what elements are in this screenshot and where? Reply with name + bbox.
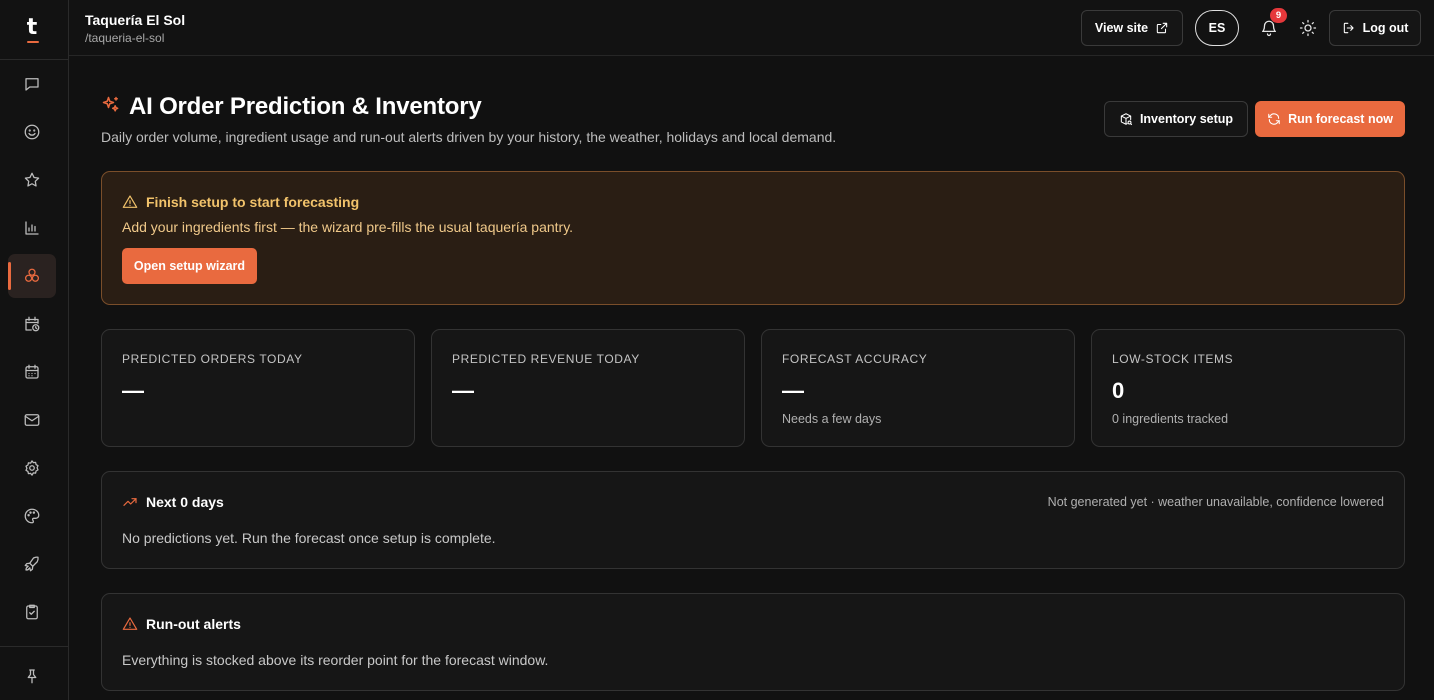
run-forecast-button[interactable]: Run forecast now: [1255, 101, 1405, 137]
notification-badge: 9: [1270, 8, 1287, 23]
rocket-icon: [24, 556, 39, 572]
forecast-status: Not generated yet · weather unavailable,…: [1047, 495, 1384, 509]
inventory-setup-label: Inventory setup: [1139, 112, 1234, 126]
logo[interactable]: t: [0, 0, 68, 60]
open-setup-wizard-button[interactable]: Open setup wizard: [122, 248, 257, 284]
calendar-clock-icon: [25, 316, 40, 332]
stat-label: FORECAST ACCURACY: [782, 352, 928, 366]
logout-button[interactable]: Log out: [1329, 10, 1421, 46]
runout-alerts-card: Run-out alerts Everything is stocked abo…: [101, 593, 1405, 691]
sidebar-item-mail[interactable]: [8, 398, 56, 442]
sidebar-item-checklist[interactable]: [8, 590, 56, 634]
logo-letter: t: [26, 14, 38, 40]
sun-icon: [1299, 19, 1317, 37]
stat-value: 0: [1112, 378, 1125, 403]
sidebar-divider: [0, 646, 68, 647]
stat-note: Needs a few days: [782, 412, 882, 426]
setup-alert-header: Finish setup to start forecasting: [122, 194, 359, 210]
forecast-empty-message: No predictions yet. Run the forecast onc…: [122, 530, 496, 546]
sidebar: t: [0, 0, 69, 700]
cubes-icon: [24, 268, 40, 282]
stat-label: PREDICTED ORDERS TODAY: [122, 352, 303, 366]
forecast-card-header: Next 0 days: [122, 494, 224, 510]
forecast-card: Next 0 days Not generated yet · weather …: [101, 471, 1405, 569]
sidebar-item-ai-prediction[interactable]: [8, 254, 56, 298]
top-header: Taquería El Sol /taqueria-el-sol View si…: [69, 0, 1434, 56]
sparkles-icon: [101, 95, 121, 120]
page-subtitle: Daily order volume, ingredient usage and…: [101, 129, 837, 145]
clipboard-check-icon: [26, 604, 38, 620]
smile-icon: [24, 124, 40, 140]
warning-triangle-icon: [122, 195, 138, 208]
sidebar-item-appearance[interactable]: [8, 494, 56, 538]
package-search-icon: [1120, 113, 1133, 126]
palette-icon: [24, 508, 40, 524]
restaurant-name: Taquería El Sol: [85, 12, 186, 28]
page-title: AI Order Prediction & Inventory: [129, 93, 482, 120]
sidebar-item-calendar[interactable]: [8, 350, 56, 394]
calendar-icon: [25, 364, 39, 379]
stat-label: PREDICTED REVENUE TODAY: [452, 352, 640, 366]
mail-icon: [24, 414, 40, 426]
external-link-icon: [1156, 22, 1168, 34]
stat-card-low-stock: LOW-STOCK ITEMS 0 0 ingredients tracked: [1091, 329, 1405, 447]
stat-value: —: [122, 378, 144, 403]
trending-up-icon: [123, 498, 137, 506]
main-content: AI Order Prediction & Inventory Daily or…: [69, 57, 1434, 700]
sidebar-item-launch[interactable]: [8, 542, 56, 586]
setup-alert-title: Finish setup to start forecasting: [146, 194, 360, 210]
stat-label: LOW-STOCK ITEMS: [1112, 352, 1234, 366]
message-square-icon: [25, 78, 39, 91]
stat-value: —: [452, 378, 474, 403]
bar-chart-icon: [25, 221, 39, 235]
page-title-row: AI Order Prediction & Inventory: [101, 93, 482, 121]
stat-value: —: [782, 378, 804, 403]
sidebar-item-schedule[interactable]: [8, 302, 56, 346]
logout-icon: [1343, 22, 1354, 34]
forecast-card-title: Next 0 days: [146, 494, 224, 510]
sidebar-item-messages[interactable]: [8, 62, 56, 106]
stat-card-predicted-revenue: PREDICTED REVENUE TODAY —: [431, 329, 745, 447]
setup-alert-body: Add your ingredients first — the wizard …: [122, 219, 574, 235]
warning-triangle-icon: [122, 617, 138, 630]
logo-underline: [27, 40, 39, 43]
gear-icon: [25, 460, 39, 476]
sidebar-item-smile[interactable]: [8, 110, 56, 154]
stat-card-predicted-orders: PREDICTED ORDERS TODAY —: [101, 329, 415, 447]
view-site-button[interactable]: View site: [1081, 10, 1183, 46]
stat-note: 0 ingredients tracked: [1112, 412, 1229, 426]
refresh-icon: [1268, 113, 1280, 125]
runout-card-title: Run-out alerts: [146, 616, 241, 632]
inventory-setup-button[interactable]: Inventory setup: [1104, 101, 1248, 137]
runout-card-header: Run-out alerts: [122, 616, 241, 632]
sidebar-item-analytics[interactable]: [8, 206, 56, 250]
view-site-label: View site: [1094, 21, 1149, 35]
setup-alert: Finish setup to start forecasting Add yo…: [101, 171, 1405, 305]
sidebar-item-pin[interactable]: [8, 654, 56, 698]
sidebar-item-settings[interactable]: [8, 446, 56, 490]
star-icon: [24, 172, 40, 187]
runout-message: Everything is stocked above its reorder …: [122, 652, 549, 668]
language-switcher[interactable]: ES: [1195, 10, 1239, 46]
run-forecast-label: Run forecast now: [1288, 112, 1393, 126]
pin-icon: [27, 669, 37, 684]
theme-toggle[interactable]: [1296, 16, 1320, 40]
sidebar-item-reviews[interactable]: [8, 158, 56, 202]
restaurant-slug: /taqueria-el-sol: [85, 31, 165, 45]
logout-label: Log out: [1362, 21, 1409, 35]
stat-card-forecast-accuracy: FORECAST ACCURACY — Needs a few days: [761, 329, 1075, 447]
